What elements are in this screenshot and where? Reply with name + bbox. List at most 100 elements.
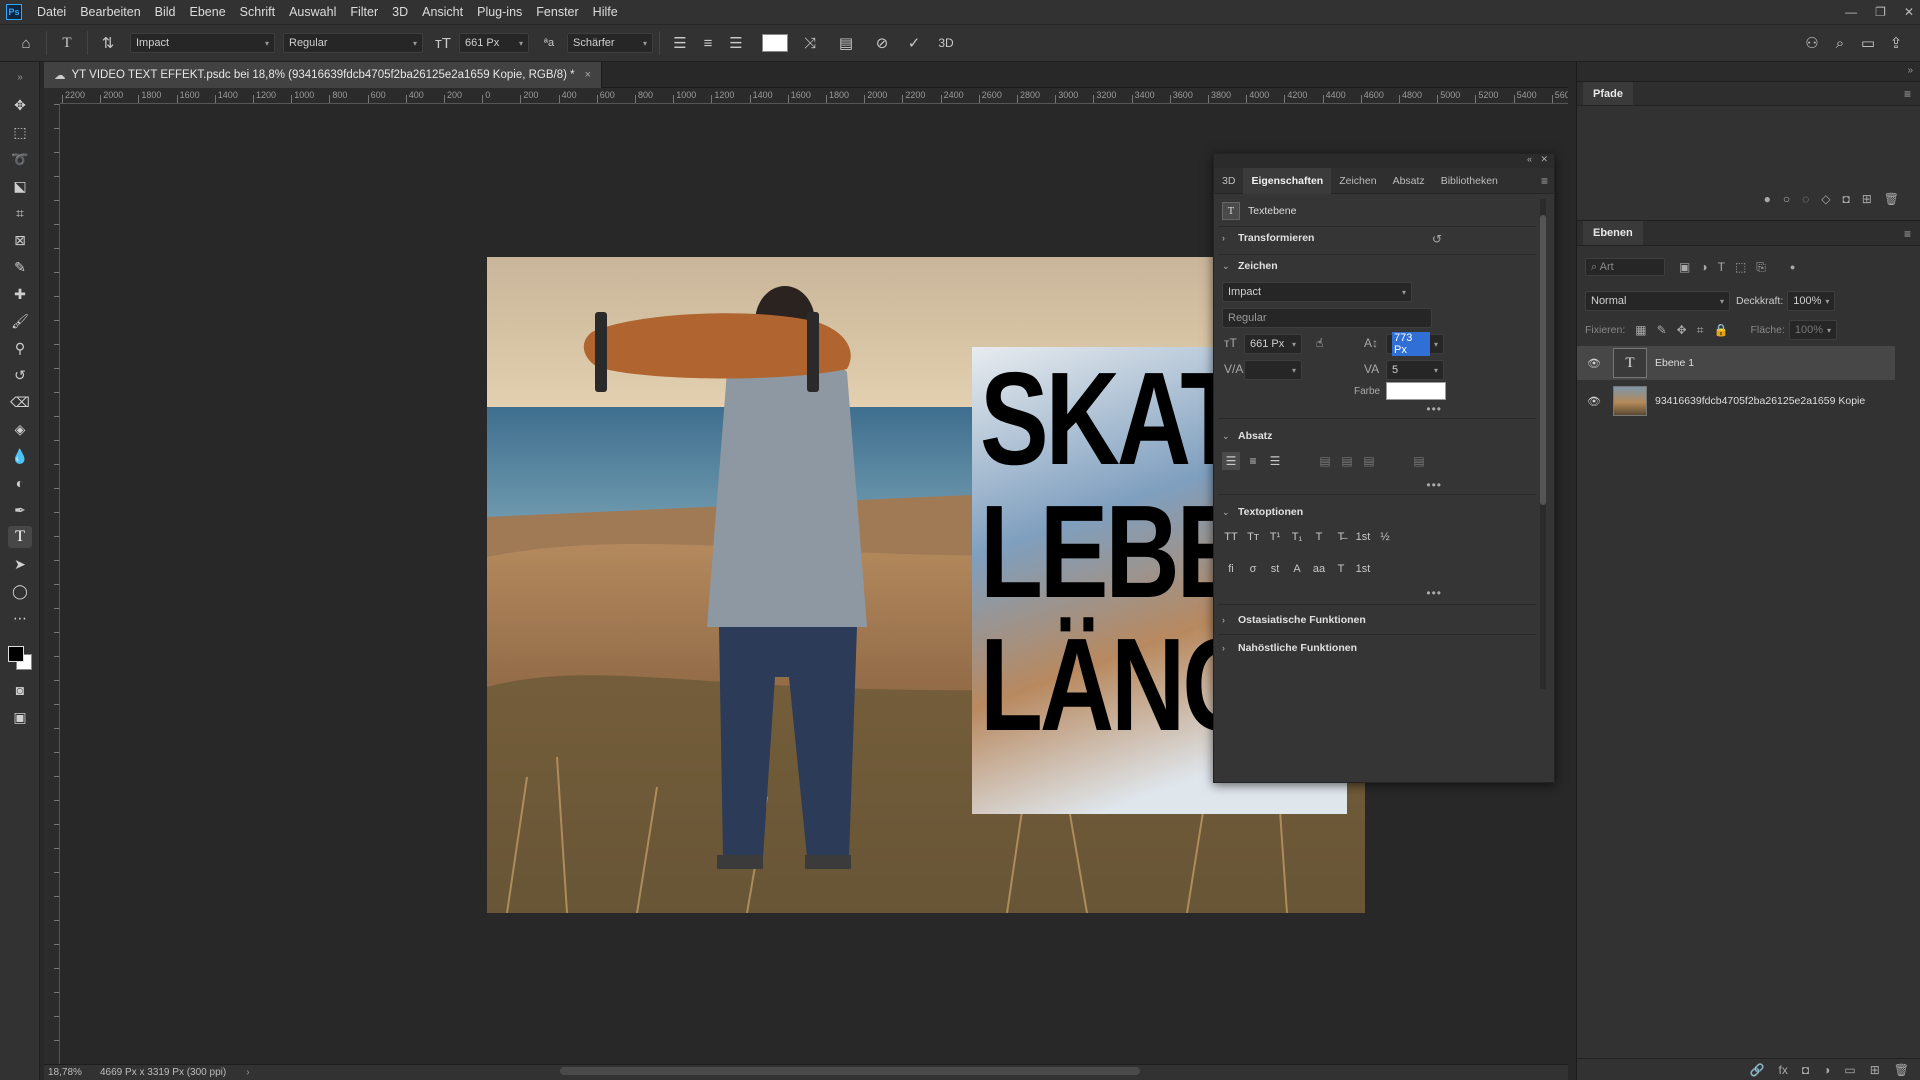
close-panel-icon[interactable]: ✕ xyxy=(1540,154,1548,165)
collapse-panel-icon[interactable]: « xyxy=(1527,154,1532,164)
share-icon[interactable]: ⇪ xyxy=(1882,29,1910,57)
close-tab-icon[interactable]: × xyxy=(585,69,591,81)
filter-pixel-icon[interactable]: ▣ xyxy=(1679,260,1690,275)
visibility-eye-icon[interactable]: 👁 xyxy=(1587,395,1605,408)
quick-mask-icon[interactable]: ◙ xyxy=(8,679,32,701)
workspace-icon[interactable]: ▭ xyxy=(1854,29,1882,57)
filter-type-icon[interactable]: T xyxy=(1718,260,1725,275)
home-icon[interactable]: ⌂ xyxy=(12,29,40,57)
text-option-button[interactable]: aa xyxy=(1310,560,1328,578)
dock-collapse-icon[interactable]: » xyxy=(1907,65,1913,76)
adjustment-layer-icon[interactable]: ◑ xyxy=(1823,1063,1830,1077)
ellipse-tool-icon[interactable]: ◯ xyxy=(8,580,32,602)
horizontal-ruler[interactable]: 2200 2000 1800 1600 1400 1200 1000 800 600 400 200… xyxy=(60,88,1568,104)
more-options-icon[interactable]: ••• xyxy=(1426,402,1442,416)
text-option-button[interactable]: T xyxy=(1310,528,1328,546)
make-path-icon[interactable]: ◇ xyxy=(1821,192,1830,212)
new-path-icon[interactable]: ⊞ xyxy=(1862,192,1872,212)
3d-button[interactable]: 3D xyxy=(932,29,960,57)
fill-field[interactable]: 100% ▾ xyxy=(1788,320,1837,340)
brush-tool-icon[interactable]: 🖌 xyxy=(8,310,32,332)
dodge-tool-icon[interactable]: ◐ xyxy=(8,472,32,494)
type-tool-icon[interactable]: T xyxy=(8,526,32,548)
prop-font-size-field[interactable]: 661 Px ▾ xyxy=(1244,334,1302,354)
type-tool-preset-icon[interactable]: T xyxy=(53,29,81,57)
toolbar-collapse-icon[interactable]: » xyxy=(8,66,32,88)
opacity-field[interactable]: 100% ▾ xyxy=(1787,291,1836,311)
paths-tab[interactable]: Pfade xyxy=(1583,82,1633,106)
para-align-left-icon[interactable]: ☰ xyxy=(1222,452,1240,470)
add-mask-icon[interactable]: ◘ xyxy=(1842,192,1849,212)
horizontal-scrollbar[interactable] xyxy=(560,1067,1140,1075)
font-style-select[interactable]: Regular ▾ xyxy=(283,33,423,53)
lock-transparent-icon[interactable]: ▦ xyxy=(1635,323,1646,337)
commit-checkmark-icon[interactable]: ✓ xyxy=(900,29,928,57)
menu-item-plug-ins[interactable]: Plug-ins xyxy=(470,0,529,24)
paint-bucket-tool-icon[interactable]: ◈ xyxy=(8,418,32,440)
font-family-select[interactable]: Impact ▾ xyxy=(130,33,275,53)
properties-title-bar[interactable]: « ✕ xyxy=(1214,154,1554,168)
zoom-level[interactable]: 18,78% xyxy=(48,1067,88,1078)
foreground-color-swatch[interactable] xyxy=(8,646,24,662)
text-option-button[interactable]: T¹ xyxy=(1266,528,1284,546)
middle-east-section[interactable]: › Nahöstliche Funktionen xyxy=(1222,642,1357,654)
blur-tool-icon[interactable]: 💧 xyxy=(8,445,32,467)
object-selection-tool-icon[interactable]: ⬕ xyxy=(8,175,32,197)
menu-item-3d[interactable]: 3D xyxy=(385,0,415,24)
eraser-tool-icon[interactable]: ⌫ xyxy=(8,391,32,413)
filter-toggle-icon[interactable]: ● xyxy=(1790,262,1795,272)
text-option-button[interactable]: TT xyxy=(1222,528,1240,546)
properties-scroll-thumb[interactable] xyxy=(1540,215,1546,505)
properties-tab-bibliotheken[interactable]: Bibliotheken xyxy=(1433,168,1506,194)
text-color-swatch[interactable] xyxy=(762,34,788,52)
path-selection-tool-icon[interactable]: ➤ xyxy=(8,553,32,575)
layers-tab[interactable]: Ebenen xyxy=(1583,221,1643,246)
text-option-button[interactable]: fi xyxy=(1222,560,1240,578)
history-brush-tool-icon[interactable]: ↺ xyxy=(8,364,32,386)
properties-tab-zeichen[interactable]: Zeichen xyxy=(1331,168,1384,194)
menu-item-filter[interactable]: Filter xyxy=(343,0,385,24)
text-option-button[interactable]: σ xyxy=(1244,560,1262,578)
justify-right-icon[interactable]: ▤ xyxy=(1360,452,1378,470)
menu-item-hilfe[interactable]: Hilfe xyxy=(586,0,625,24)
layer-name[interactable]: 93416639fdcb4705f2ba26125e2a1659 Kopie xyxy=(1655,395,1865,407)
east-asian-section[interactable]: › Ostasiatische Funktionen xyxy=(1222,614,1366,626)
lock-position-icon[interactable]: ✥ xyxy=(1677,323,1687,337)
pen-tool-icon[interactable]: ✒ xyxy=(8,499,32,521)
new-layer-icon[interactable]: ⊞ xyxy=(1870,1063,1880,1077)
filter-smart-object-icon[interactable]: ⎘ xyxy=(1756,260,1766,275)
fill-path-icon[interactable]: ● xyxy=(1764,192,1771,212)
blend-mode-select[interactable]: Normal ▾ xyxy=(1585,291,1730,311)
font-size-select[interactable]: 661 Px ▾ xyxy=(459,33,529,53)
move-tool-icon[interactable]: ✥ xyxy=(8,94,32,116)
prop-kerning-field[interactable]: ▾ xyxy=(1244,360,1302,380)
reset-transform-icon[interactable]: ↺ xyxy=(1432,232,1442,246)
layer-row[interactable]: 👁 T Ebene 1 xyxy=(1577,346,1895,380)
add-layer-mask-icon[interactable]: ◘ xyxy=(1802,1063,1809,1077)
text-option-button[interactable]: 1st xyxy=(1354,560,1372,578)
minimize-icon[interactable]: — xyxy=(1845,5,1857,19)
clone-stamp-tool-icon[interactable]: ⚲ xyxy=(8,337,32,359)
layers-menu-icon[interactable]: ≡ xyxy=(1904,227,1911,241)
delete-layer-icon[interactable]: 🗑 xyxy=(1894,1063,1909,1077)
more-options-icon[interactable]: ••• xyxy=(1426,478,1442,492)
properties-tab-absatz[interactable]: Absatz xyxy=(1385,168,1433,194)
menu-item-ansicht[interactable]: Ansicht xyxy=(415,0,470,24)
filter-shape-icon[interactable]: ⬚ xyxy=(1735,260,1746,275)
screen-mode-icon[interactable]: ▣ xyxy=(8,706,32,728)
menu-item-ebene[interactable]: Ebene xyxy=(183,0,233,24)
paths-menu-icon[interactable]: ≡ xyxy=(1904,87,1911,101)
more-options-icon[interactable]: ••• xyxy=(1426,586,1442,600)
status-arrow-icon[interactable]: › xyxy=(246,1067,249,1078)
prop-font-style-select[interactable]: Regular xyxy=(1222,308,1432,328)
para-align-center-icon[interactable]: ≡ xyxy=(1244,452,1262,470)
text-option-button[interactable]: T₁ xyxy=(1288,528,1306,546)
text-orientation-icon[interactable]: ⇅ xyxy=(94,29,122,57)
text-option-button[interactable]: 1st xyxy=(1354,528,1372,546)
justify-left-icon[interactable]: ▤ xyxy=(1316,452,1334,470)
load-selection-icon[interactable]: ◌ xyxy=(1802,192,1809,212)
prop-font-family-select[interactable]: Impact ▾ xyxy=(1222,282,1412,302)
lock-image-icon[interactable]: ✎ xyxy=(1657,323,1667,337)
layer-name[interactable]: Ebene 1 xyxy=(1655,357,1694,369)
marquee-tool-icon[interactable]: ⬚ xyxy=(8,121,32,143)
